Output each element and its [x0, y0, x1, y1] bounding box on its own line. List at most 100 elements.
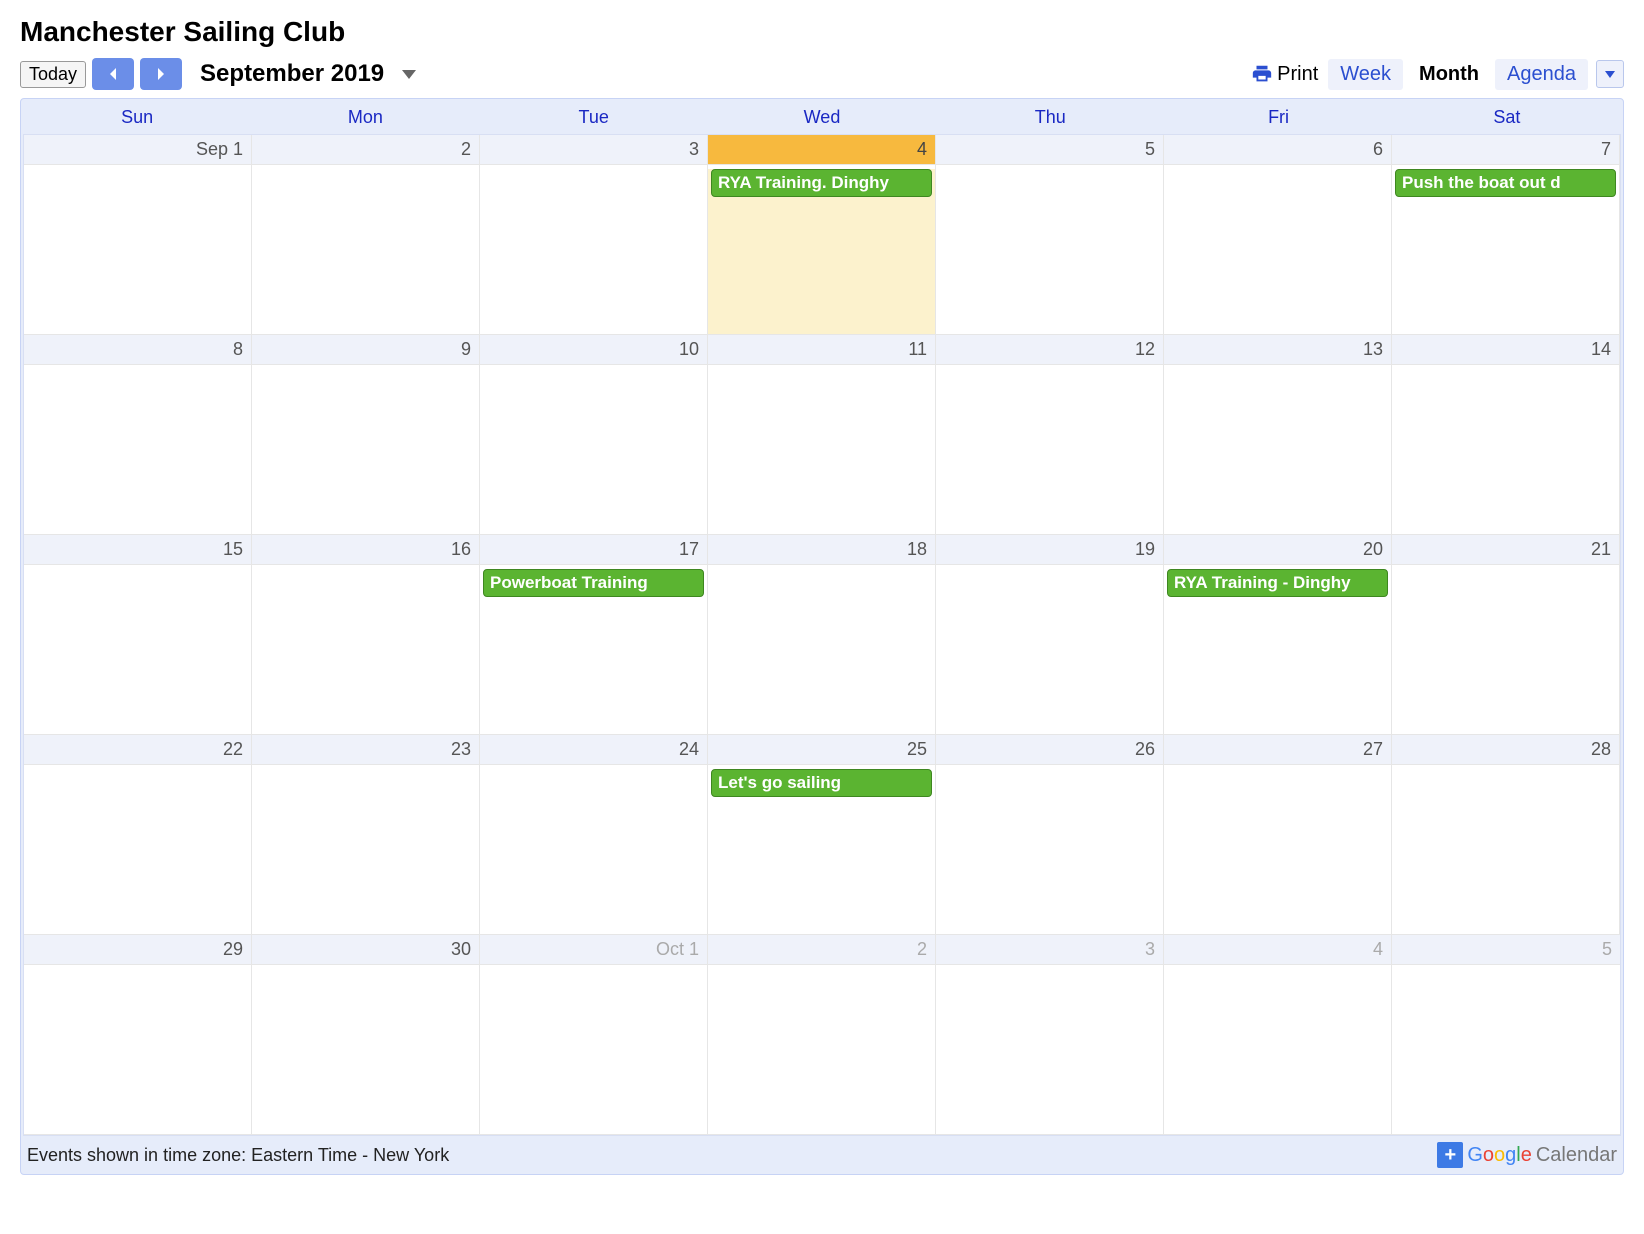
calendar-cell[interactable]: 20RYA Training - Dinghy	[1164, 535, 1392, 735]
prev-month-button[interactable]	[92, 58, 134, 90]
calendar-cell[interactable]: 3	[480, 135, 708, 335]
cell-body: Push the boat out d	[1392, 169, 1619, 335]
calendar-cell[interactable]: 28	[1392, 735, 1620, 935]
calendar-cell[interactable]: 29	[24, 935, 252, 1135]
calendar-cell[interactable]: 4	[1164, 935, 1392, 1135]
date-label: 2	[252, 135, 479, 165]
calendar-cell[interactable]: 9	[252, 335, 480, 535]
date-label: 13	[1164, 335, 1391, 365]
date-label: 5	[1392, 935, 1620, 965]
date-label: 21	[1392, 535, 1619, 565]
calendar-cell[interactable]: 30	[252, 935, 480, 1135]
cell-body	[252, 965, 479, 1134]
cell-body	[24, 565, 251, 734]
view-month-button[interactable]: Month	[1407, 59, 1491, 90]
chevron-left-icon	[107, 66, 119, 82]
calendar-cell[interactable]: Sep 1	[24, 135, 252, 335]
day-header: Wed	[708, 101, 936, 134]
cell-body	[252, 365, 479, 534]
cell-body	[24, 165, 251, 334]
calendar-cell[interactable]: 21	[1392, 535, 1620, 735]
calendar-cell[interactable]: Oct 1	[480, 935, 708, 1135]
cell-body	[480, 365, 707, 534]
calendar-cell[interactable]: 12	[936, 335, 1164, 535]
calendar-cell[interactable]: 16	[252, 535, 480, 735]
calendar-cell[interactable]: 23	[252, 735, 480, 935]
calendar-cell[interactable]: 2	[708, 935, 936, 1135]
cell-body	[252, 565, 479, 734]
day-header: Thu	[936, 101, 1164, 134]
chevron-down-icon	[1605, 71, 1615, 78]
date-label: 29	[24, 935, 251, 965]
date-label: 16	[252, 535, 479, 565]
date-label: 4	[708, 135, 935, 165]
calendar-cell[interactable]: 14	[1392, 335, 1620, 535]
cell-body	[252, 165, 479, 334]
calendar-cell[interactable]: 18	[708, 535, 936, 735]
today-button[interactable]: Today	[20, 61, 86, 88]
calendar-cell[interactable]: 27	[1164, 735, 1392, 935]
calendar-grid: Sep 1234RYA Training. Dinghy567Push the …	[23, 134, 1621, 1136]
cell-body	[1164, 165, 1391, 334]
calendar-cell[interactable]: 13	[1164, 335, 1392, 535]
date-label: 14	[1392, 335, 1619, 365]
chevron-right-icon	[155, 66, 167, 82]
date-label: 25	[708, 735, 935, 765]
calendar-cell[interactable]: 17Powerboat Training	[480, 535, 708, 735]
options-button[interactable]	[1596, 60, 1624, 88]
calendar-event[interactable]: Let's go sailing	[711, 769, 932, 797]
month-dropdown-icon[interactable]	[402, 70, 416, 79]
date-label: 6	[1164, 135, 1391, 165]
date-label: 30	[252, 935, 479, 965]
toolbar-right: Print Week Month Agenda	[1251, 59, 1624, 90]
calendar-cell[interactable]: 8	[24, 335, 252, 535]
cell-body	[1392, 365, 1619, 534]
date-label: 4	[1164, 935, 1391, 965]
date-label: 15	[24, 535, 251, 565]
calendar-cell[interactable]: 24	[480, 735, 708, 935]
date-label: 7	[1392, 135, 1619, 165]
view-week-button[interactable]: Week	[1328, 59, 1403, 90]
calendar-cell[interactable]: 2	[252, 135, 480, 335]
calendar-cell[interactable]: 11	[708, 335, 936, 535]
calendar-cell[interactable]: 22	[24, 735, 252, 935]
cell-body	[708, 565, 935, 734]
view-agenda-button[interactable]: Agenda	[1495, 59, 1588, 90]
date-label: 27	[1164, 735, 1391, 765]
cell-body	[480, 765, 707, 934]
day-header: Mon	[251, 101, 479, 134]
cell-body	[936, 565, 1163, 734]
calendar: SunMonTueWedThuFriSat Sep 1234RYA Traini…	[20, 98, 1624, 1175]
cell-body: RYA Training - Dinghy	[1164, 569, 1391, 735]
cell-body	[480, 165, 707, 334]
date-label: 24	[480, 735, 707, 765]
calendar-cell[interactable]: 5	[936, 135, 1164, 335]
calendar-cell[interactable]: 19	[936, 535, 1164, 735]
calendar-cell[interactable]: 26	[936, 735, 1164, 935]
calendar-cell[interactable]: 6	[1164, 135, 1392, 335]
calendar-cell[interactable]: 3	[936, 935, 1164, 1135]
calendar-cell[interactable]: 5	[1392, 935, 1620, 1135]
print-button[interactable]: Print	[1251, 63, 1318, 86]
calendar-event[interactable]: RYA Training - Dinghy	[1167, 569, 1388, 597]
calendar-event[interactable]: RYA Training. Dinghy	[711, 169, 932, 197]
date-label: 11	[708, 335, 935, 365]
calendar-event[interactable]: Push the boat out d	[1395, 169, 1616, 197]
date-label: 22	[24, 735, 251, 765]
date-label: 23	[252, 735, 479, 765]
calendar-cell[interactable]: 25 Let's go sailing	[708, 735, 936, 935]
day-headers-row: SunMonTueWedThuFriSat	[23, 101, 1621, 134]
date-label: 28	[1392, 735, 1619, 765]
calendar-event[interactable]: Powerboat Training	[483, 569, 704, 597]
next-month-button[interactable]	[140, 58, 182, 90]
calendar-cell[interactable]: 4 RYA Training. Dinghy	[708, 135, 936, 335]
cell-body	[1164, 765, 1391, 934]
cell-body	[708, 365, 935, 534]
google-calendar-link[interactable]: + Google Calendar	[1437, 1142, 1617, 1168]
date-label: 3	[936, 935, 1163, 965]
calendar-cell[interactable]: 10	[480, 335, 708, 535]
toolbar-left: Today September 2019	[20, 58, 1245, 90]
calendar-cell[interactable]: 7 Push the boat out d	[1392, 135, 1620, 335]
calendar-cell[interactable]: 15	[24, 535, 252, 735]
date-label: 26	[936, 735, 1163, 765]
